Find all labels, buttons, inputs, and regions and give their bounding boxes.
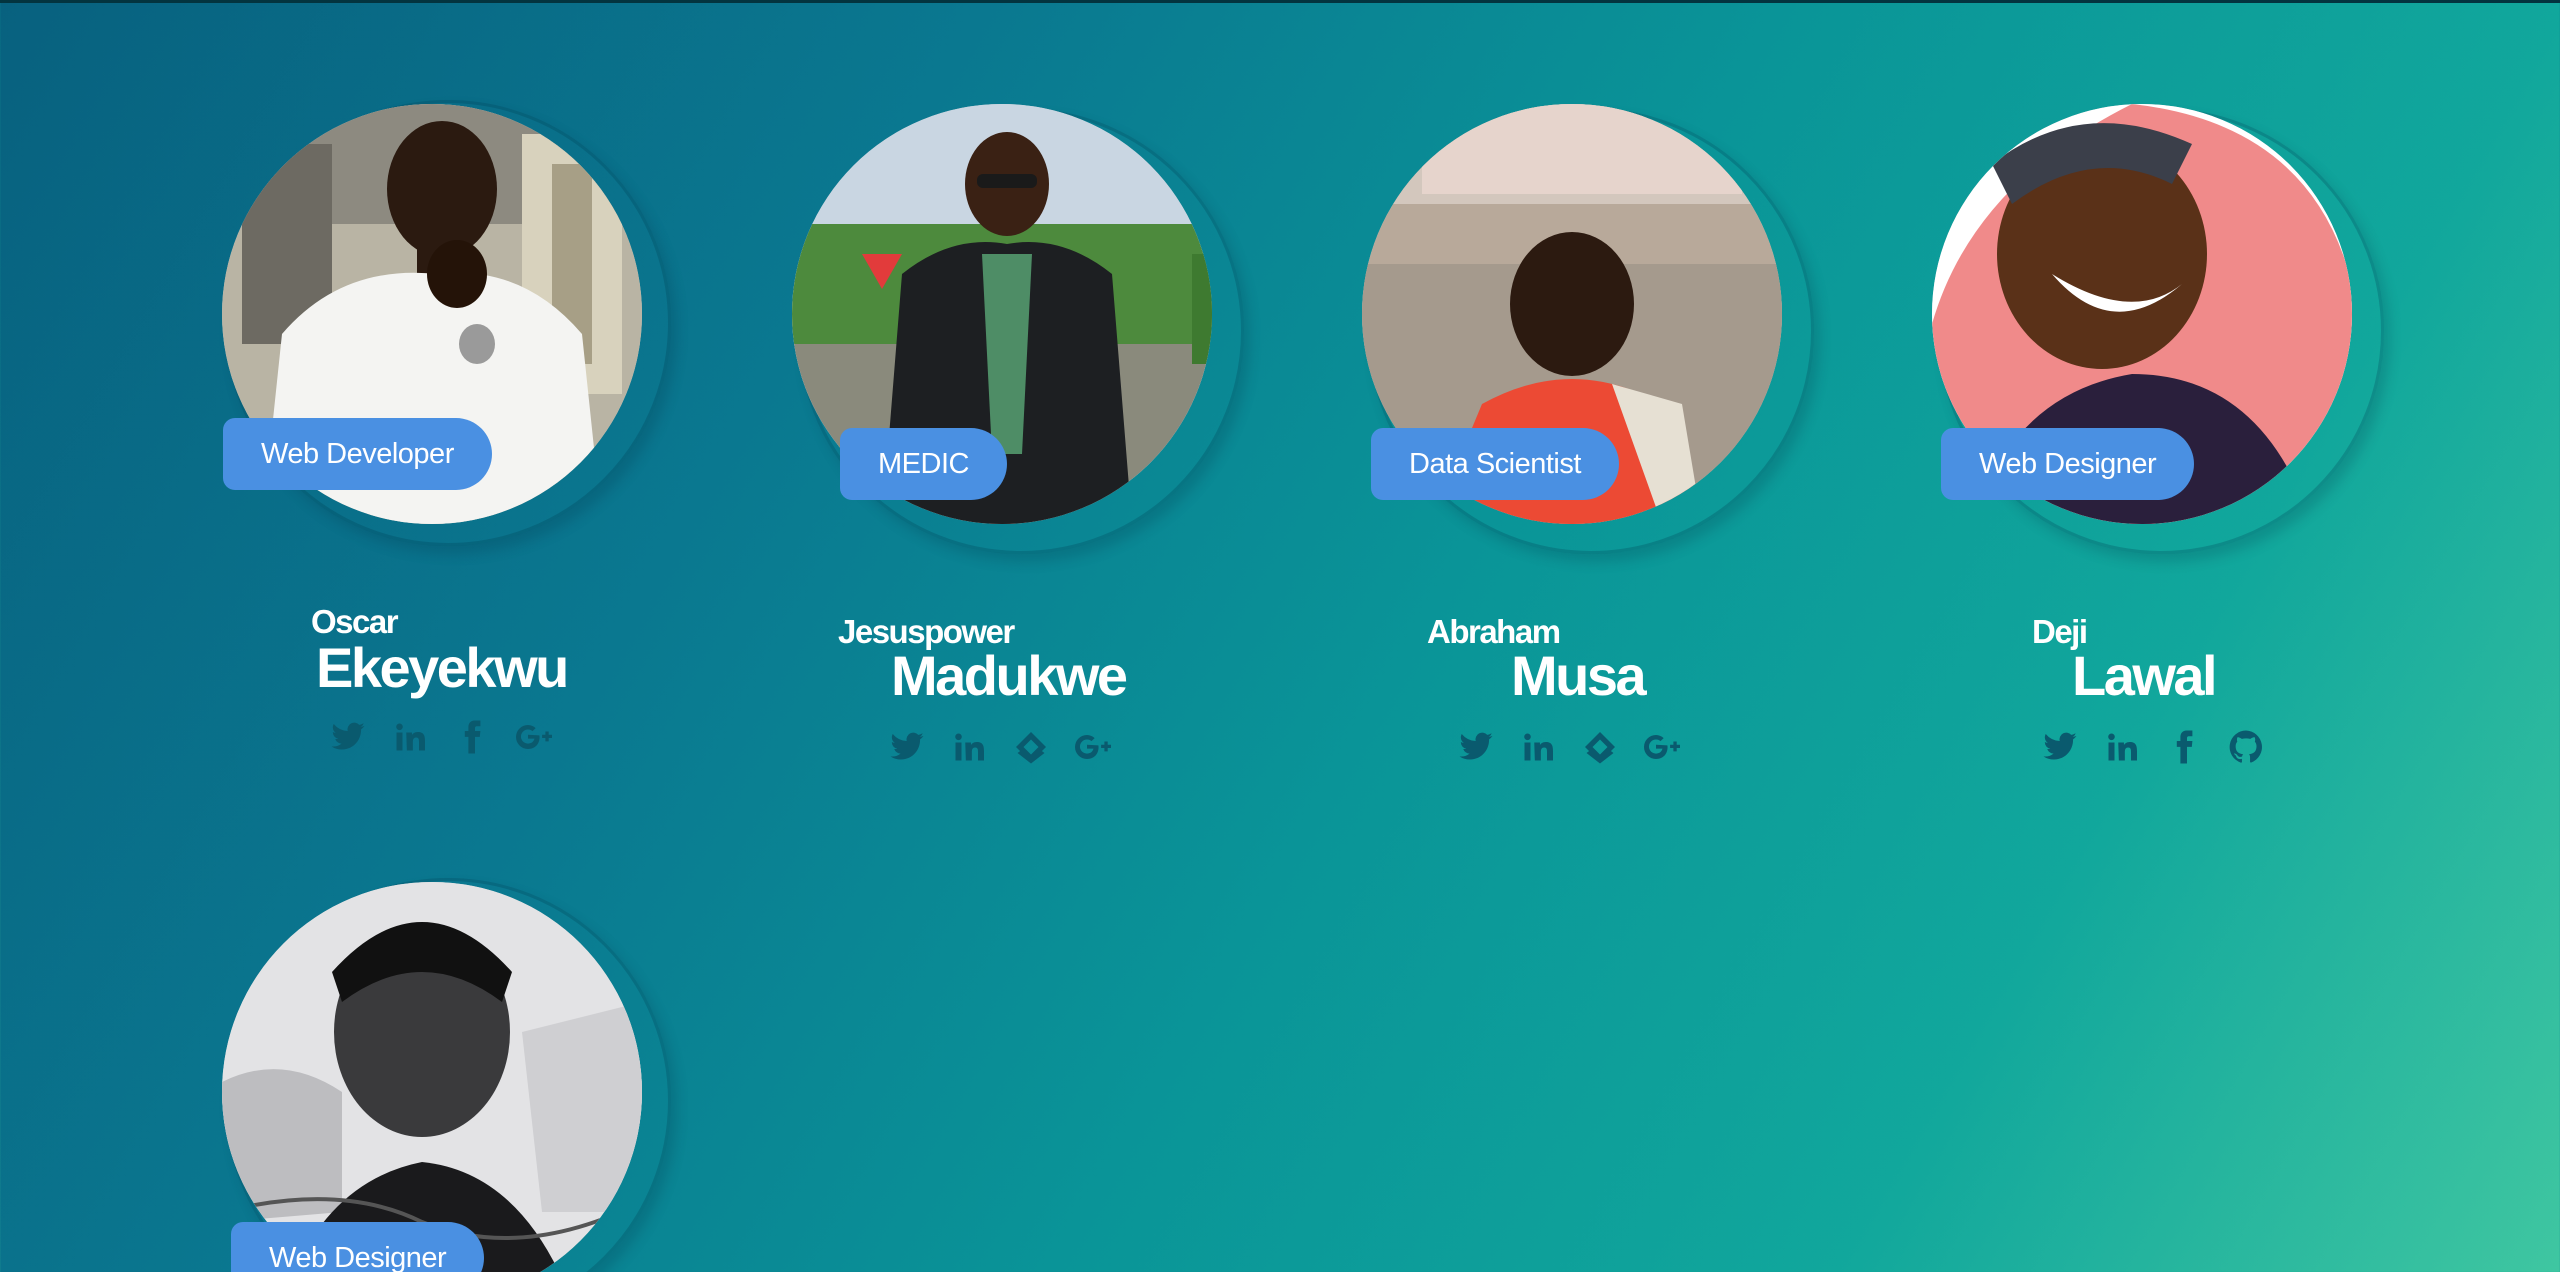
twitter-icon[interactable] — [2040, 727, 2080, 767]
social-links — [887, 727, 1113, 767]
linkedin-icon[interactable] — [390, 717, 430, 757]
role-badge[interactable]: MEDIC — [840, 428, 1007, 500]
team-card-abraham: Data Scientist Abraham Musa — [1140, 0, 1814, 764]
role-badge[interactable]: Web Designer — [1941, 428, 2195, 500]
twitter-icon[interactable] — [887, 727, 927, 767]
social-links — [2040, 727, 2266, 767]
member-last-name: Lawal — [2072, 644, 2218, 707]
team-card-jesuspower: MEDIC Jesuspower Madukwe — [570, 0, 1244, 764]
google-plus-icon[interactable] — [514, 717, 554, 757]
stack-icon[interactable] — [1580, 727, 1620, 767]
twitter-icon[interactable] — [1456, 727, 1496, 767]
github-icon[interactable] — [2226, 727, 2266, 767]
linkedin-icon[interactable] — [949, 727, 989, 767]
member-last-name: Madukwe — [891, 644, 1128, 707]
stack-icon[interactable] — [1011, 727, 1051, 767]
google-plus-icon[interactable] — [1073, 727, 1113, 767]
member-last-name: Musa — [1511, 644, 1647, 707]
role-badge[interactable]: Web Developer — [223, 418, 492, 490]
team-card-oscar: Web Developer Oscar Ekeyekwu — [0, 0, 671, 754]
role-badge[interactable]: Data Scientist — [1371, 428, 1619, 500]
member-last-name: Ekeyekwu — [316, 636, 569, 699]
twitter-icon[interactable] — [328, 717, 368, 757]
google-plus-icon[interactable] — [1642, 727, 1682, 767]
team-card-fifth: Web Designer — [0, 778, 671, 1272]
role-badge[interactable]: Web Designer — [231, 1222, 485, 1272]
social-links — [1456, 727, 1682, 767]
facebook-icon[interactable] — [452, 717, 492, 757]
linkedin-icon[interactable] — [2102, 727, 2142, 767]
social-links — [328, 717, 554, 757]
team-card-deji: Web Designer Deji Lawal — [1710, 0, 2384, 764]
linkedin-icon[interactable] — [1518, 727, 1558, 767]
facebook-icon[interactable] — [2164, 727, 2204, 767]
